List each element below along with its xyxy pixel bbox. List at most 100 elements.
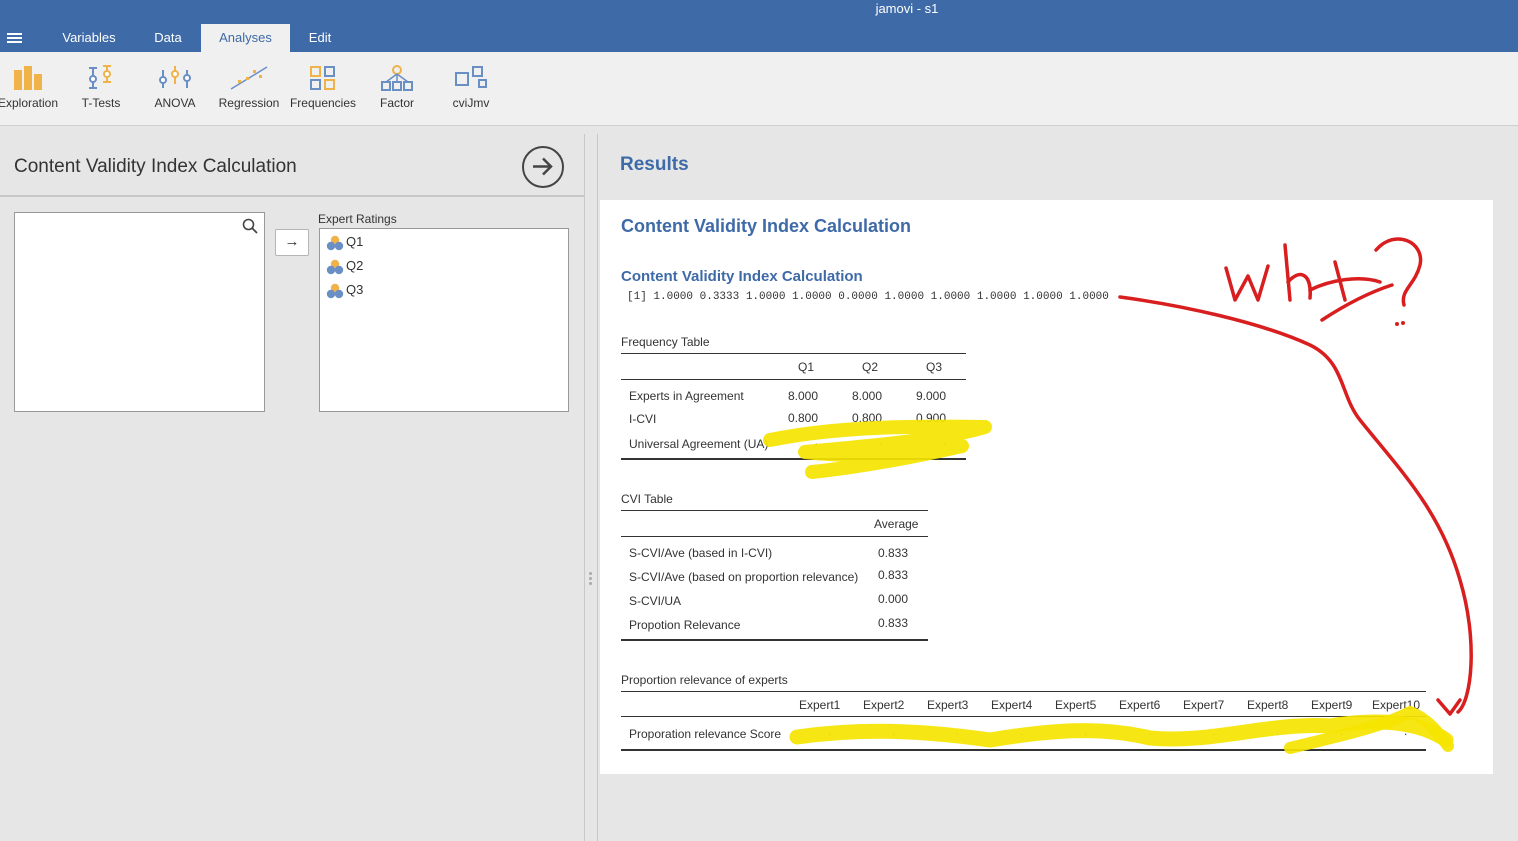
hamburger-menu-icon[interactable] <box>7 33 22 44</box>
table-cell: . <box>1020 724 1024 738</box>
list-item[interactable]: Q2 <box>326 256 363 276</box>
options-title: Content Validity Index Calculation <box>14 156 297 177</box>
nominal-variable-icon <box>326 235 344 250</box>
list-item[interactable]: Q3 <box>326 280 363 300</box>
analyses-ribbon: Exploration T-Tests ANOVA Regression Fre… <box>0 52 1518 126</box>
column-header: Expert9 <box>1311 698 1353 712</box>
ribbon-ttests-button[interactable]: T-Tests <box>65 64 137 110</box>
table-cell: 0.800 <box>851 411 882 425</box>
table-cell: . <box>1148 724 1152 738</box>
factor-icon <box>381 65 413 91</box>
variable-name: Q2 <box>346 258 364 273</box>
ribbon-label: T-Tests <box>81 96 121 110</box>
column-header: Expert7 <box>1183 698 1225 712</box>
ribbon-label: Factor <box>379 96 414 110</box>
table-rule <box>621 716 1426 717</box>
frequencies-icon <box>310 66 335 90</box>
divider <box>0 195 585 197</box>
bar-chart-icon <box>14 66 42 90</box>
variable-name: Q3 <box>346 282 364 297</box>
row-label: Proporation relevance Score <box>629 727 782 741</box>
regression-icon <box>230 66 268 90</box>
table-cell: 9.000 <box>915 389 946 403</box>
ribbon-exploration-button[interactable]: Exploration <box>0 64 64 110</box>
column-header: Expert1 <box>799 698 841 712</box>
expert-ratings-label: Expert Ratings <box>318 212 397 226</box>
column-header: Expert2 <box>863 698 905 712</box>
nominal-variable-icon <box>326 259 344 274</box>
table-cell: . <box>1340 724 1344 738</box>
ribbon-label: ANOVA <box>154 96 196 110</box>
move-variable-button[interactable]: → <box>275 229 309 256</box>
tab-variables[interactable]: Variables <box>52 24 126 52</box>
ribbon-regression-button[interactable]: Regression <box>213 64 285 110</box>
table-cell: 0.800 <box>787 411 818 425</box>
table-rule <box>621 639 928 641</box>
column-header: Average <box>874 517 919 531</box>
row-label: S-CVI/UA <box>629 594 682 608</box>
column-header: Expert5 <box>1055 698 1097 712</box>
table-rule <box>621 749 1426 751</box>
ribbon-label: Exploration <box>0 96 59 110</box>
source-variable-list[interactable] <box>14 212 265 412</box>
column-header: Expert6 <box>1119 698 1161 712</box>
tab-analyses[interactable]: Analyses <box>201 24 290 52</box>
table-rule <box>621 510 928 511</box>
table-rule <box>621 691 1426 692</box>
variable-name: Q1 <box>346 234 364 249</box>
ribbon-label: cviJmv <box>452 96 490 110</box>
column-header: Q2 <box>862 360 879 374</box>
table-rule <box>621 353 966 354</box>
table-cell: . <box>814 434 818 448</box>
row-label: Universal Agreement (UA) <box>629 437 769 451</box>
table-rule <box>621 379 966 380</box>
analysis-title: Content Validity Index Calculation <box>621 216 912 236</box>
menu-bar: jamovi - s1 Variables Data Analyses Edit <box>0 0 1518 52</box>
table-cell: 8.000 <box>787 389 818 403</box>
row-label: S-CVI/Ave (based in I-CVI) <box>629 546 773 560</box>
table-cell: . <box>892 724 896 738</box>
ribbon-factor-button[interactable]: Factor <box>361 64 433 110</box>
options-panel: Content Validity Index Calculation → Exp… <box>0 134 585 841</box>
table-rule <box>621 458 966 460</box>
ribbon-label: Regression <box>218 96 280 110</box>
tab-edit[interactable]: Edit <box>296 24 344 52</box>
anova-icon <box>159 66 191 88</box>
table-cell: 0.833 <box>877 568 908 582</box>
table-cell: 0.900 <box>915 411 946 425</box>
table-rule <box>621 536 928 537</box>
results-heading: Results <box>620 154 689 175</box>
frequency-table-title: Frequency Table <box>621 335 710 349</box>
table-cell: . <box>828 724 832 738</box>
raw-r-output: [1] 1.0000 0.3333 1.0000 1.0000 0.0000 1… <box>627 291 1109 303</box>
table-cell: . <box>1212 724 1216 738</box>
window-title: jamovi - s1 <box>875 1 939 16</box>
ribbon-cvijmv-button[interactable]: cviJmv <box>435 64 507 110</box>
ttest-icon <box>89 65 111 89</box>
analysis-subtitle: Content Validity Index Calculation <box>621 268 863 285</box>
table-cell: . <box>1084 724 1088 738</box>
column-header: Q3 <box>926 360 943 374</box>
ribbon-anova-button[interactable]: ANOVA <box>139 64 211 110</box>
search-icon[interactable] <box>242 218 258 234</box>
tab-data[interactable]: Data <box>140 24 196 52</box>
row-label: I-CVI <box>629 412 657 426</box>
table-cell: 8.000 <box>851 389 882 403</box>
column-header: Expert3 <box>927 698 969 712</box>
table-cell: . <box>942 434 946 448</box>
results-panel: Results Content Validity Index Calculati… <box>597 134 1518 841</box>
table-cell: 0.833 <box>877 616 908 630</box>
row-label: Experts in Agreement <box>629 389 744 403</box>
row-label: S-CVI/Ave (based on proportion relevance… <box>629 570 859 584</box>
table-cell: . <box>1276 724 1280 738</box>
panel-splitter[interactable] <box>588 572 594 588</box>
table-cell: 0.000 <box>877 592 908 606</box>
list-item[interactable]: Q1 <box>326 232 363 252</box>
cvi-table-title: CVI Table <box>621 492 673 506</box>
table-cell: 0.833 <box>877 546 908 560</box>
expert-ratings-list[interactable]: Q1 Q2 Q3 <box>319 228 569 412</box>
column-header: Q1 <box>798 360 815 374</box>
close-options-button[interactable] <box>522 146 564 188</box>
ribbon-label: Frequencies <box>289 96 357 110</box>
ribbon-frequencies-button[interactable]: Frequencies <box>287 64 359 110</box>
